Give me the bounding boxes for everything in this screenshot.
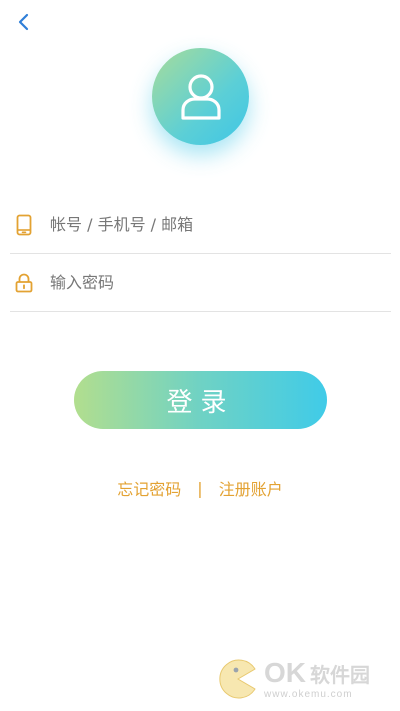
account-input[interactable] (50, 204, 391, 245)
watermark-name: 软件园 (310, 662, 370, 687)
forgot-password-link[interactable]: 忘记密码 (117, 476, 181, 500)
password-input[interactable] (50, 262, 391, 303)
back-button[interactable] (10, 8, 38, 36)
login-button[interactable]: 登录 (74, 371, 327, 429)
pacman-logo-icon (219, 659, 256, 699)
watermark-url: www.okemu.com (264, 688, 353, 700)
account-field-row (10, 196, 391, 254)
auth-links: 忘记密码 | 注册账户 (0, 476, 400, 500)
chevron-left-icon (18, 13, 29, 31)
phone-icon (12, 213, 36, 237)
avatar (152, 48, 249, 145)
links-separator: | (197, 478, 203, 498)
login-screen: 登录 忘记密码 | 注册账户 OK 软件园 www.okemu.com (0, 0, 400, 711)
watermark-logo: OK (264, 656, 306, 688)
register-link[interactable]: 注册账户 (219, 476, 283, 500)
watermark: OK 软件园 www.okemu.com (218, 656, 390, 702)
lock-icon (12, 271, 36, 295)
user-icon (180, 73, 221, 120)
password-field-row (10, 254, 391, 312)
